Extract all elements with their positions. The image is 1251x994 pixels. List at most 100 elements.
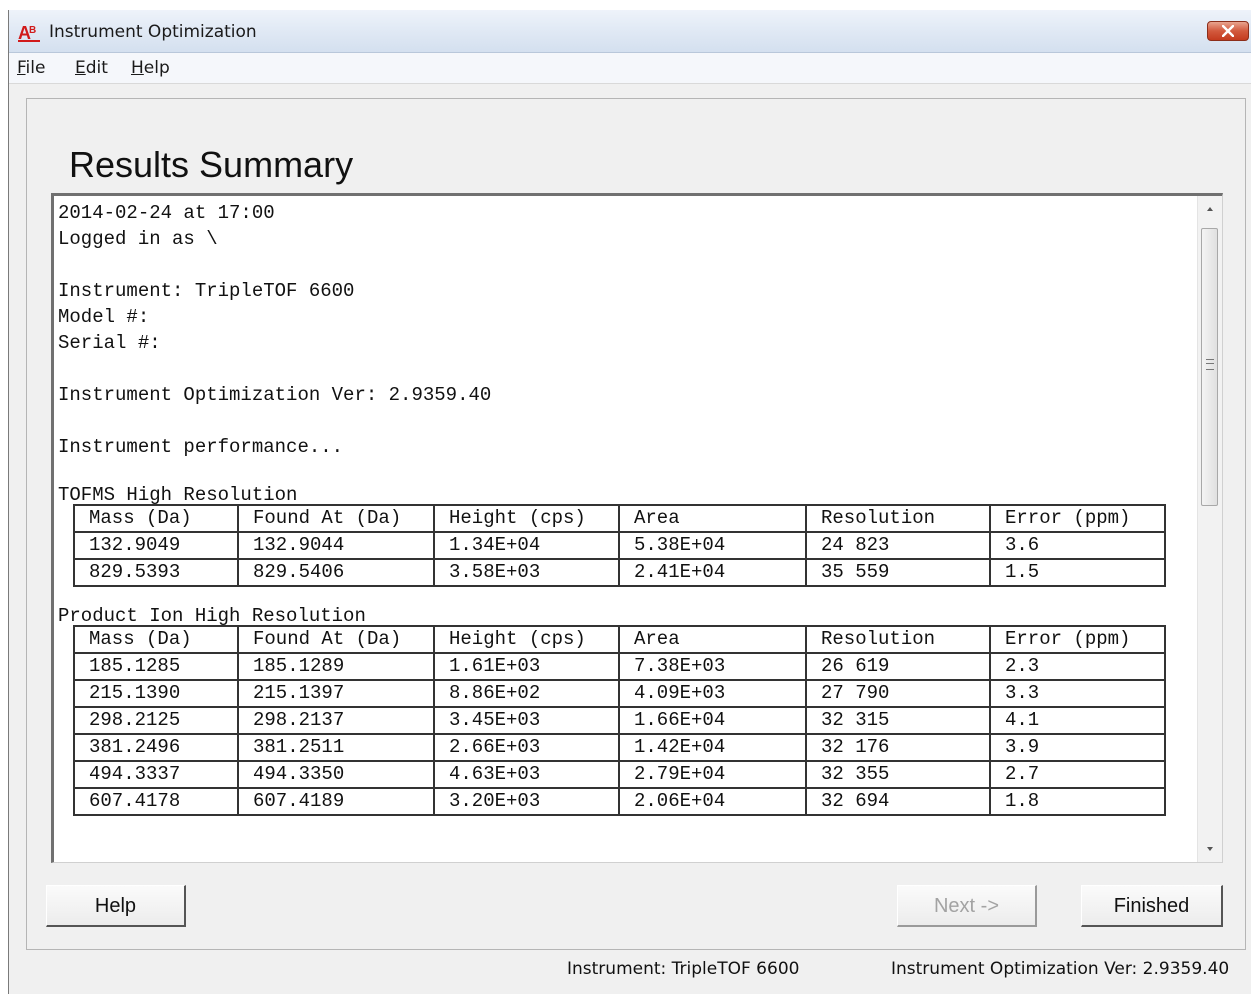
table-cell: 1.66E+04 — [618, 706, 807, 735]
title-bar: A B Instrument Optimization — [9, 10, 1251, 53]
column-header: Resolution — [805, 504, 991, 533]
table-cell: 829.5406 — [237, 558, 435, 587]
column-header: Area — [618, 504, 807, 533]
table-cell: 829.5393 — [73, 558, 239, 587]
table-cell: 132.9049 — [73, 531, 239, 560]
table-cell: 26 619 — [805, 652, 991, 681]
product-section-title: Product Ion High Resolution — [58, 605, 366, 627]
table-row: 298.2125 298.2137 3.45E+03 1.66E+04 32 315 4.… — [73, 706, 1166, 735]
table-cell: 2.06E+04 — [618, 787, 807, 816]
table-cell: 2.3 — [989, 652, 1166, 681]
table-cell: 185.1285 — [73, 652, 239, 681]
table-cell: 1.8 — [989, 787, 1166, 816]
status-version: Instrument Optimization Ver: 2.9359.40 — [891, 959, 1230, 979]
table-cell: 2.79E+04 — [618, 760, 807, 789]
table-cell: 607.4178 — [73, 787, 239, 816]
table-row: 829.5393 829.5406 3.58E+03 2.41E+04 35 559 1.… — [73, 558, 1166, 587]
table-row: 132.9049 132.9044 1.34E+04 5.38E+04 24 823 3.… — [73, 531, 1166, 560]
table-cell: 2.41E+04 — [618, 558, 807, 587]
table-cell: 5.38E+04 — [618, 531, 807, 560]
table-cell: 24 823 — [805, 531, 991, 560]
table-cell: 2.7 — [989, 760, 1166, 789]
tofms-results-table: Mass (Da) Found At (Da) Height (cps) Area Re… — [73, 504, 1166, 587]
triangle-down-icon — [1207, 847, 1213, 851]
table-row: 185.1285 185.1289 1.61E+03 7.38E+03 26 619 2.… — [73, 652, 1166, 681]
scroll-down-arrow[interactable] — [1198, 838, 1222, 860]
menu-bar: File Edit Help — [9, 53, 1251, 84]
scroll-up-arrow[interactable] — [1198, 198, 1222, 220]
report-performance: Instrument performance... — [58, 436, 344, 458]
table-cell: 494.3337 — [73, 760, 239, 789]
column-header: Resolution — [805, 625, 991, 654]
table-cell: 132.9044 — [237, 531, 435, 560]
main-window: A B Instrument Optimization File Edit He… — [8, 10, 1251, 994]
table-cell: 381.2496 — [73, 733, 239, 762]
table-cell: 3.58E+03 — [433, 558, 620, 587]
table-header-row: Mass (Da) Found At (Da) Height (cps) Area Re… — [73, 625, 1166, 654]
page-title: Results Summary — [69, 144, 354, 185]
report-version: Instrument Optimization Ver: 2.9359.40 — [58, 384, 492, 406]
table-cell: 215.1390 — [73, 679, 239, 708]
next-button[interactable]: Next -> — [897, 885, 1037, 927]
status-instrument: Instrument: TripleTOF 6600 — [567, 959, 800, 979]
table-cell: 32 355 — [805, 760, 991, 789]
table-cell: 3.45E+03 — [433, 706, 620, 735]
vertical-scrollbar[interactable] — [1197, 196, 1222, 862]
scroll-thumb[interactable] — [1201, 228, 1218, 506]
table-cell: 35 559 — [805, 558, 991, 587]
table-row: 494.3337 494.3350 4.63E+03 2.79E+04 32 355 2.… — [73, 760, 1166, 789]
report-content: 2014-02-24 at 17:00 Logged in as \ Instr… — [58, 200, 1188, 816]
report-logged-in: Logged in as \ — [58, 228, 218, 250]
table-header-row: Mass (Da) Found At (Da) Height (cps) Area Re… — [73, 504, 1166, 533]
table-cell: 3.6 — [989, 531, 1166, 560]
table-cell: 494.3350 — [237, 760, 435, 789]
table-cell: 4.63E+03 — [433, 760, 620, 789]
finished-button[interactable]: Finished — [1081, 885, 1223, 927]
table-row: 381.2496 381.2511 2.66E+03 1.42E+04 32 176 3.… — [73, 733, 1166, 762]
report-serial: Serial #: — [58, 332, 161, 354]
table-cell: 298.2137 — [237, 706, 435, 735]
menu-file-rest: ile — [25, 58, 46, 78]
table-cell: 32 694 — [805, 787, 991, 816]
report-model: Model #: — [58, 306, 150, 328]
svg-text:B: B — [29, 25, 36, 36]
grip-icon — [1206, 359, 1214, 370]
menu-edit[interactable]: Edit — [75, 58, 108, 78]
table-cell: 7.38E+03 — [618, 652, 807, 681]
app-logo-icon: A B — [18, 22, 40, 43]
column-header: Mass (Da) — [73, 625, 239, 654]
table-cell: 32 176 — [805, 733, 991, 762]
table-cell: 1.61E+03 — [433, 652, 620, 681]
table-cell: 381.2511 — [237, 733, 435, 762]
table-cell: 2.66E+03 — [433, 733, 620, 762]
column-header: Mass (Da) — [73, 504, 239, 533]
tofms-section-title: TOFMS High Resolution — [58, 484, 298, 506]
column-header: Height (cps) — [433, 625, 620, 654]
table-cell: 215.1397 — [237, 679, 435, 708]
table-cell: 185.1289 — [237, 652, 435, 681]
column-header: Error (ppm) — [989, 504, 1166, 533]
product-ion-results-table: Mass (Da) Found At (Da) Height (cps) Area Re… — [73, 625, 1166, 816]
table-cell: 3.20E+03 — [433, 787, 620, 816]
table-cell: 1.5 — [989, 558, 1166, 587]
column-header: Area — [618, 625, 807, 654]
report-instrument: Instrument: TripleTOF 6600 — [58, 280, 355, 302]
table-cell: 3.9 — [989, 733, 1166, 762]
table-row: 607.4178 607.4189 3.20E+03 2.06E+04 32 694 1.… — [73, 787, 1166, 816]
close-button[interactable] — [1207, 21, 1249, 41]
results-text-area[interactable]: 2014-02-24 at 17:00 Logged in as \ Instr… — [51, 193, 1223, 863]
close-icon — [1222, 25, 1234, 37]
table-cell: 298.2125 — [73, 706, 239, 735]
table-cell: 32 315 — [805, 706, 991, 735]
table-cell: 3.3 — [989, 679, 1166, 708]
help-button[interactable]: Help — [46, 885, 186, 927]
triangle-up-icon — [1207, 207, 1213, 211]
table-row: 215.1390 215.1397 8.86E+02 4.09E+03 27 790 3.… — [73, 679, 1166, 708]
report-date: 2014-02-24 at 17:00 — [58, 202, 275, 224]
window-title: Instrument Optimization — [49, 22, 257, 42]
table-cell: 607.4189 — [237, 787, 435, 816]
table-cell: 8.86E+02 — [433, 679, 620, 708]
menu-help[interactable]: Help — [131, 58, 170, 78]
table-cell: 1.42E+04 — [618, 733, 807, 762]
menu-file[interactable]: File — [17, 58, 45, 78]
